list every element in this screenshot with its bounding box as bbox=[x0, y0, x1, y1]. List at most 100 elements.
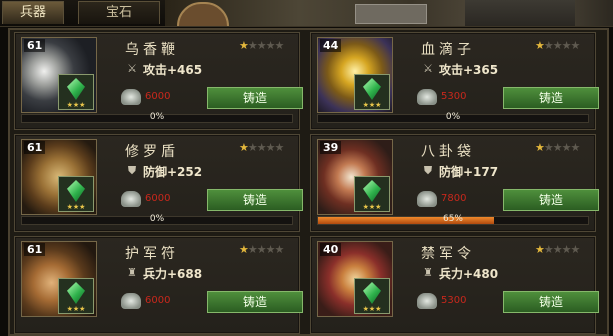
progress-percent: 65% bbox=[442, 214, 463, 224]
troop-icon: ♜ bbox=[423, 266, 433, 279]
star-empty-icon: ★ bbox=[570, 243, 581, 256]
item-name: 禁军令 bbox=[421, 246, 475, 262]
star-rating: ★★★★★ bbox=[239, 243, 285, 256]
forge-button[interactable]: 铸造 bbox=[503, 189, 599, 211]
star-empty-icon: ★ bbox=[256, 141, 267, 154]
star-filled-icon: ★ bbox=[535, 141, 545, 154]
silver-icon bbox=[417, 89, 437, 105]
item-name: 八卦袋 bbox=[421, 144, 475, 160]
star-filled-icon: ★ bbox=[535, 243, 545, 256]
scene-ruins bbox=[465, 0, 575, 26]
green-gem-icon bbox=[67, 78, 85, 100]
gem-stars: ★★★ bbox=[66, 101, 86, 109]
forge-cost: 6000 bbox=[145, 193, 171, 204]
item-name: 乌香鞭 bbox=[125, 42, 179, 58]
silver-icon bbox=[417, 293, 437, 309]
star-empty-icon: ★ bbox=[265, 243, 276, 256]
scene-building bbox=[355, 4, 427, 24]
forge-button[interactable]: 铸造 bbox=[207, 87, 303, 109]
star-empty-icon: ★ bbox=[543, 243, 554, 256]
forge-cost: 6000 bbox=[145, 295, 171, 306]
troop-icon: ♜ bbox=[127, 266, 137, 279]
star-rating: ★★★★★ bbox=[239, 39, 285, 52]
star-empty-icon: ★ bbox=[552, 141, 563, 154]
item-level: 44 bbox=[320, 39, 342, 52]
star-empty-icon: ★ bbox=[561, 243, 572, 256]
item-stat: 防御+177 bbox=[439, 165, 499, 179]
item-stat: 攻击+365 bbox=[439, 63, 499, 77]
item-card: 40 ★★★ 禁军令 ★★★★★ ♜ 兵力+480 5300 铸造 bbox=[310, 236, 599, 334]
forge-button[interactable]: 铸造 bbox=[207, 189, 303, 211]
item-level: 61 bbox=[24, 39, 46, 52]
forge-button[interactable]: 铸造 bbox=[207, 291, 303, 313]
gem-slot[interactable]: ★★★ bbox=[58, 74, 94, 110]
star-rating: ★★★★★ bbox=[535, 141, 581, 154]
star-empty-icon: ★ bbox=[247, 39, 258, 52]
item-card: 44 ★★★ 血滴子 ★★★★★ ⚔ 攻击+365 5300 铸造 0% bbox=[310, 32, 599, 130]
tab-weapons[interactable]: 兵器 bbox=[2, 1, 64, 24]
gem-stars: ★★★ bbox=[362, 101, 382, 109]
star-empty-icon: ★ bbox=[561, 39, 572, 52]
scene-tower bbox=[177, 2, 229, 26]
item-portrait[interactable]: 61 ★★★ bbox=[21, 37, 97, 113]
item-level: 40 bbox=[320, 243, 342, 256]
star-empty-icon: ★ bbox=[274, 39, 285, 52]
attack-icon: ⚔ bbox=[127, 62, 137, 75]
tab-gems[interactable]: 宝石 bbox=[78, 1, 160, 24]
green-gem-icon bbox=[67, 282, 85, 304]
star-filled-icon: ★ bbox=[239, 39, 249, 52]
star-empty-icon: ★ bbox=[543, 141, 554, 154]
item-portrait[interactable]: 61 ★★★ bbox=[21, 241, 97, 317]
green-gem-icon bbox=[363, 78, 381, 100]
gem-stars: ★★★ bbox=[66, 203, 86, 211]
gem-slot[interactable]: ★★★ bbox=[58, 278, 94, 314]
gem-stars: ★★★ bbox=[362, 203, 382, 211]
item-stat: 兵力+480 bbox=[439, 267, 499, 281]
star-empty-icon: ★ bbox=[256, 39, 267, 52]
star-rating: ★★★★★ bbox=[535, 39, 581, 52]
star-filled-icon: ★ bbox=[239, 243, 249, 256]
item-portrait[interactable]: 40 ★★★ bbox=[317, 241, 393, 317]
star-empty-icon: ★ bbox=[256, 243, 267, 256]
tab-bar: 兵器 宝石 bbox=[0, 0, 613, 27]
item-portrait[interactable]: 61 ★★★ bbox=[21, 139, 97, 215]
green-gem-icon bbox=[363, 282, 381, 304]
item-name: 护军符 bbox=[125, 246, 179, 262]
item-level: 61 bbox=[24, 243, 46, 256]
item-stat: 兵力+688 bbox=[143, 267, 203, 281]
forge-cost: 6000 bbox=[145, 91, 171, 102]
star-empty-icon: ★ bbox=[543, 39, 554, 52]
scene-backdrop bbox=[165, 0, 613, 26]
gem-slot[interactable]: ★★★ bbox=[354, 74, 390, 110]
star-empty-icon: ★ bbox=[274, 243, 285, 256]
star-empty-icon: ★ bbox=[570, 39, 581, 52]
item-card: 61 ★★★ 修罗盾 ★★★★★ ⛊ 防御+252 6000 铸造 0% bbox=[14, 134, 303, 232]
item-stat: 攻击+465 bbox=[143, 63, 203, 77]
forge-cost: 7800 bbox=[441, 193, 467, 204]
star-filled-icon: ★ bbox=[535, 39, 545, 52]
green-gem-icon bbox=[67, 180, 85, 202]
item-stat: 防御+252 bbox=[143, 165, 203, 179]
gem-stars: ★★★ bbox=[362, 305, 382, 313]
green-gem-icon bbox=[363, 180, 381, 202]
star-rating: ★★★★★ bbox=[535, 243, 581, 256]
progress-percent: 0% bbox=[149, 214, 165, 224]
shield-icon: ⛊ bbox=[423, 164, 433, 177]
forge-button[interactable]: 铸造 bbox=[503, 291, 599, 313]
gem-slot[interactable]: ★★★ bbox=[58, 176, 94, 212]
forge-button[interactable]: 铸造 bbox=[503, 87, 599, 109]
item-board: 61 ★★★ 乌香鞭 ★★★★★ ⚔ 攻击+465 6000 铸造 0% 44 … bbox=[8, 28, 609, 336]
gem-slot[interactable]: ★★★ bbox=[354, 278, 390, 314]
item-name: 修罗盾 bbox=[125, 144, 179, 160]
gem-slot[interactable]: ★★★ bbox=[354, 176, 390, 212]
silver-icon bbox=[417, 191, 437, 207]
star-empty-icon: ★ bbox=[570, 141, 581, 154]
silver-icon bbox=[121, 293, 141, 309]
star-empty-icon: ★ bbox=[265, 39, 276, 52]
item-level: 39 bbox=[320, 141, 342, 154]
item-portrait[interactable]: 39 ★★★ bbox=[317, 139, 393, 215]
star-empty-icon: ★ bbox=[552, 39, 563, 52]
item-portrait[interactable]: 44 ★★★ bbox=[317, 37, 393, 113]
item-level: 61 bbox=[24, 141, 46, 154]
attack-icon: ⚔ bbox=[423, 62, 433, 75]
